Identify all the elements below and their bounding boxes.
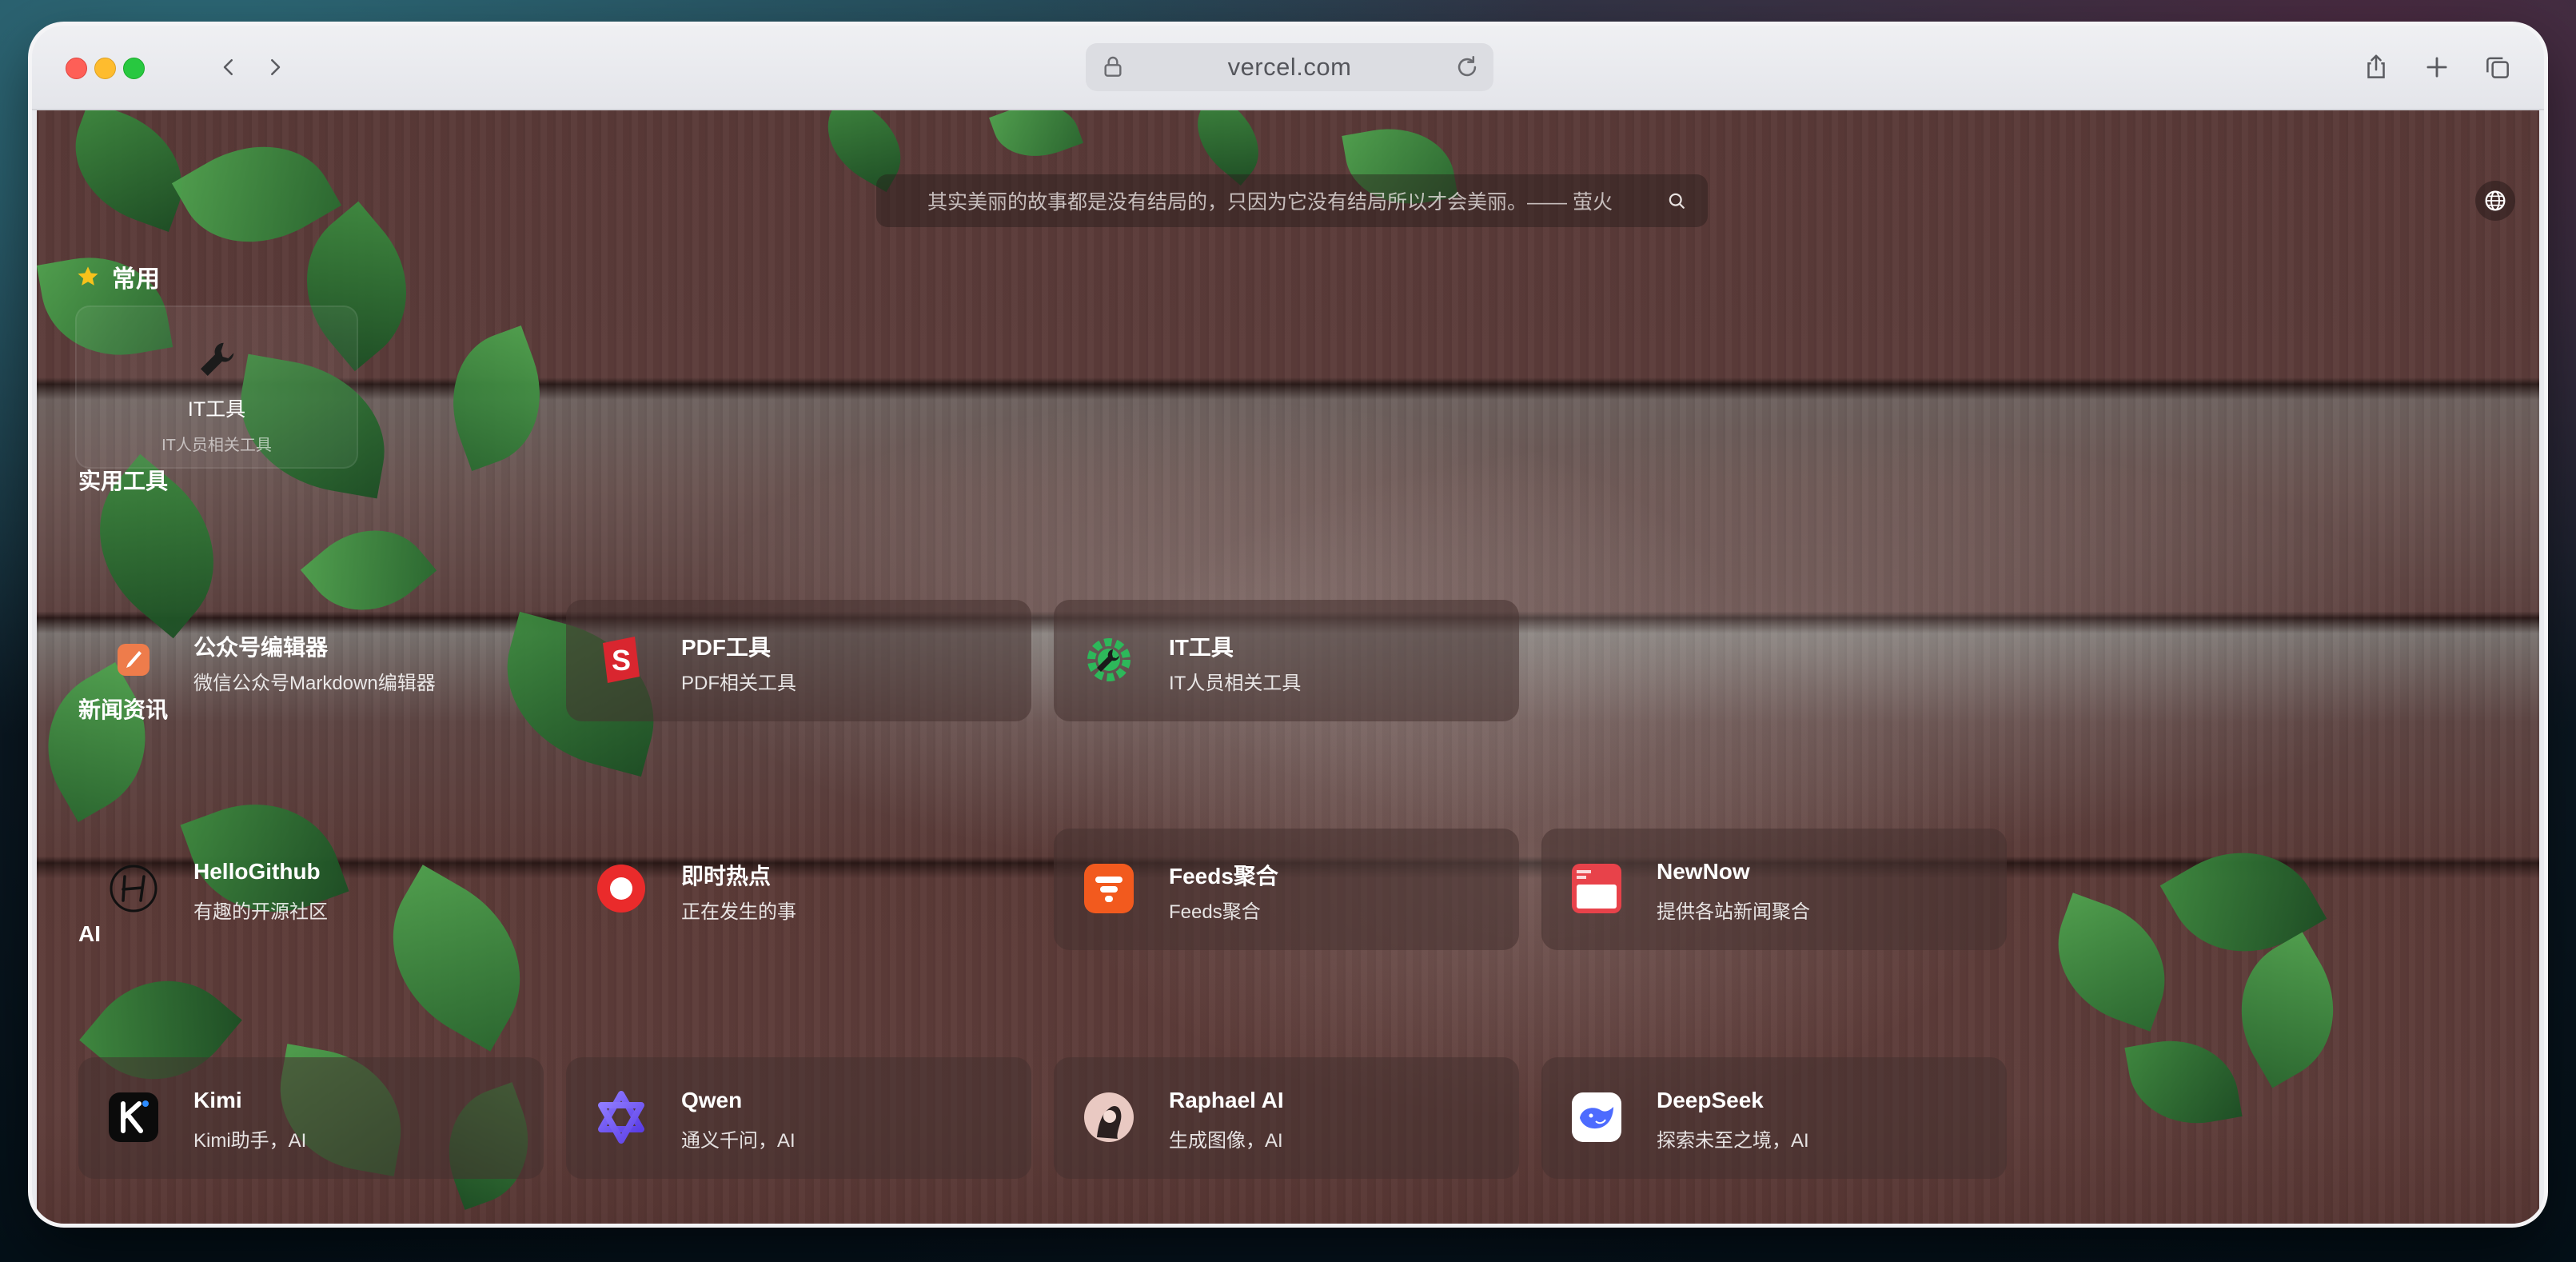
card-desc: 生成图像，AI [1169,1130,1283,1152]
section-title-ai: AI [78,921,101,946]
card-title: Kimi [193,1088,242,1112]
card-desc: Feeds聚合 [1169,901,1261,923]
browser-window: vercel.com 其实美丽的故事都是没有结局的，只因为它没有结局所以才会美丽… [32,26,2544,1224]
card-desc: 通义千问，AI [681,1130,796,1152]
svg-text:S: S [612,644,631,677]
close-window-button[interactable] [66,58,87,79]
zoom-window-button[interactable] [123,58,145,79]
back-button[interactable] [208,46,249,88]
deepseek-whale-icon [1569,1089,1625,1145]
chevron-left-icon [223,59,233,75]
wrench-gear-icon [1081,632,1137,688]
address-bar[interactable]: vercel.com [1086,43,1493,91]
section-title-news: 新闻资讯 [78,697,169,722]
plus-icon [2426,57,2447,78]
search-box[interactable]: 其实美丽的故事都是没有结局的，只因为它没有结局所以才会美丽。—— 萤火 [876,174,1708,227]
feeds-icon [1081,861,1137,917]
raphael-icon [1081,1089,1137,1145]
card-title: Qwen [681,1088,743,1112]
forward-button[interactable] [254,46,296,88]
card-desc: 提供各站新闻聚合 [1657,901,1810,923]
favorites-title-text: 常用 [112,266,160,293]
card-desc: 有趣的开源社区 [193,901,328,923]
card-title: 公众号编辑器 [193,635,329,660]
card-newnow[interactable]: NewNow 提供各站新闻聚合 [1541,829,2007,950]
card-desc: PDF相关工具 [681,673,796,694]
favorites-title: 常用 [75,259,160,294]
card-feeds[interactable]: Feeds聚合 Feeds聚合 [1054,829,1519,950]
hot-dot-icon [593,861,649,917]
search-placeholder: 其实美丽的故事都是没有结局的，只因为它没有结局所以才会美丽。—— 萤火 [927,191,1613,214]
card-title: PDF工具 [681,635,772,660]
tabs-icon [2486,57,2509,78]
card-desc: 微信公众号Markdown编辑器 [193,673,436,694]
card-hellogithub[interactable]: HelloGithub 有趣的开源社区 [78,829,544,950]
wrench-icon [201,342,234,376]
star-icon [78,266,98,286]
browser-toolbar: vercel.com [32,26,2544,110]
kimi-icon [106,1089,161,1145]
ivy-decoration-right [2020,814,2419,1214]
card-deepseek[interactable]: DeepSeek 探索未至之境，AI [1541,1057,2007,1179]
search-icon[interactable] [1665,189,1689,213]
card-title: NewNow [1657,859,1750,884]
card-pdf-tools[interactable]: S PDF工具 PDF相关工具 [566,600,1031,721]
chevron-right-icon [271,59,281,75]
card-raphael-ai[interactable]: Raphael AI 生成图像，AI [1054,1057,1519,1179]
minimize-window-button[interactable] [94,58,116,79]
card-title: IT工具 [1169,635,1234,660]
language-button[interactable] [2475,181,2515,221]
card-title: HelloGithub [193,859,321,884]
pen-icon [106,632,161,688]
card-title: Raphael AI [1169,1088,1284,1112]
section-title-tools: 实用工具 [78,469,169,493]
card-title: 即时热点 [681,864,772,889]
card-title: DeepSeek [1657,1088,1764,1112]
hellogithub-icon [106,861,161,917]
newnow-icon [1569,861,1625,917]
card-desc: IT人员相关工具 [1169,673,1302,694]
reload-icon[interactable] [1453,54,1481,81]
card-kimi[interactable]: Kimi Kimi助手，AI [78,1057,544,1179]
card-qwen[interactable]: Qwen 通义千问，AI [566,1057,1031,1179]
card-hot-news[interactable]: 即时热点 正在发生的事 [566,829,1031,950]
card-desc: Kimi助手，AI [193,1130,307,1152]
lock-icon [1104,56,1122,77]
share-button[interactable] [2354,45,2399,90]
globe-icon [2485,190,2506,211]
card-desc: 探索未至之境，AI [1657,1130,1809,1152]
tab-overview-button[interactable] [2475,45,2520,90]
card-desc: 正在发生的事 [681,901,796,923]
share-icon [2367,54,2385,78]
qwen-icon [593,1089,649,1145]
new-tab-button[interactable] [2415,45,2459,90]
pdf-s-icon: S [593,632,649,688]
card-it-tools[interactable]: IT工具 IT人员相关工具 [1054,600,1519,721]
favorite-card-title: IT工具 [187,398,246,421]
page-content: 其实美丽的故事都是没有结局的，只因为它没有结局所以才会美丽。—— 萤火 常用 I… [37,110,2539,1224]
favorite-card-desc: IT人员相关工具 [161,437,272,454]
card-title: Feeds聚合 [1169,864,1278,889]
favorite-card-it-tools[interactable]: IT工具 IT人员相关工具 [75,306,358,469]
url-text: vercel.com [1227,53,1352,81]
